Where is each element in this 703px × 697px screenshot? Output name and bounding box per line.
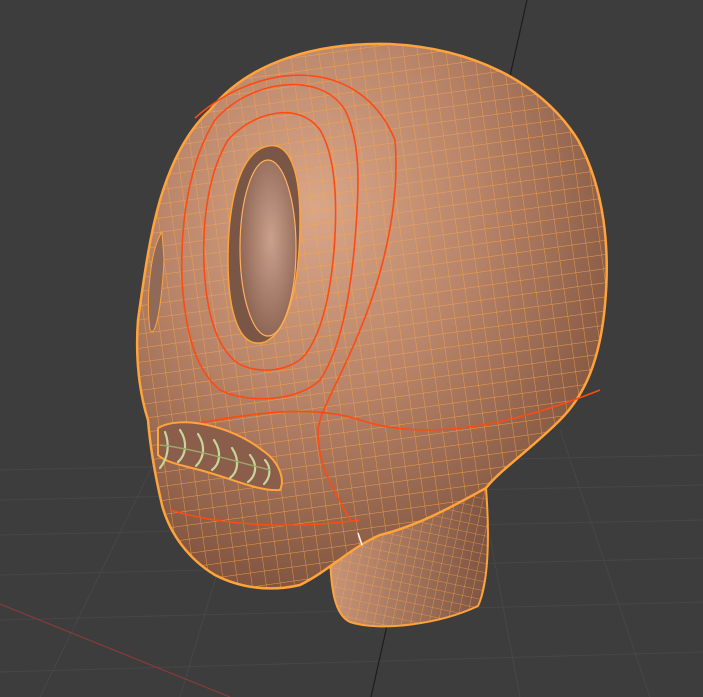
3d-viewport[interactable] [0,0,703,697]
eye-socket-left [239,159,297,337]
head-mesh[interactable] [135,42,608,628]
viewport-canvas[interactable] [0,0,703,697]
x-axis-line [0,603,231,697]
